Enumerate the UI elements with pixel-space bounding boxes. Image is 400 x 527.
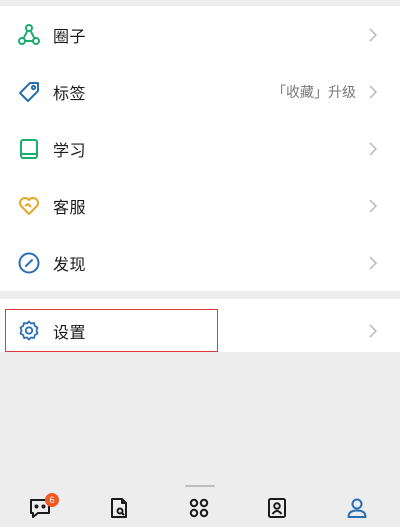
chevron-right-icon (369, 27, 378, 42)
menu-item-service[interactable]: 客服 (0, 177, 400, 234)
tab-chats[interactable]: 6 (27, 493, 59, 523)
menu-item-label: 客服 (53, 197, 87, 217)
menu-item-tags[interactable]: 标签 「收藏」升级 (0, 63, 400, 120)
book-icon (17, 137, 41, 161)
menu-item-label: 圈子 (53, 26, 87, 46)
chevron-right-icon (369, 323, 378, 338)
heart-handshake-icon (17, 194, 41, 218)
menu-item-study[interactable]: 学习 (0, 120, 400, 177)
menu-list: 圈子 标签 「收藏」升级 学习 客服 发现 (0, 6, 400, 291)
menu-item-circles[interactable]: 圈子 (0, 6, 400, 63)
menu-item-label: 标签 (53, 83, 87, 103)
chevron-right-icon (369, 141, 378, 156)
menu-item-label: 发现 (53, 254, 87, 274)
tag-icon (17, 80, 41, 104)
bottom-tab-bar: 6 (0, 487, 400, 527)
tab-contacts[interactable] (264, 497, 290, 523)
section-divider (0, 291, 400, 299)
circle-network-icon (17, 23, 41, 47)
unread-badge: 6 (45, 493, 59, 507)
tab-apps[interactable] (186, 497, 212, 523)
empty-area (0, 352, 400, 469)
menu-item-label: 设置 (53, 322, 87, 342)
gear-icon (17, 319, 41, 343)
menu-item-discover[interactable]: 发现 (0, 234, 400, 291)
tab-documents[interactable] (106, 497, 132, 523)
chevron-right-icon (369, 255, 378, 270)
profile-icon (345, 496, 369, 524)
chevron-right-icon (369, 198, 378, 213)
menu-item-label: 学习 (53, 140, 87, 160)
chevron-right-icon (369, 84, 378, 99)
tab-profile[interactable] (344, 497, 370, 523)
document-icon (107, 496, 131, 524)
favorites-upgrade-note: 「收藏」升级 (272, 84, 356, 101)
contacts-icon (265, 496, 289, 524)
compass-icon (17, 251, 41, 275)
apps-grid-icon (187, 496, 211, 524)
